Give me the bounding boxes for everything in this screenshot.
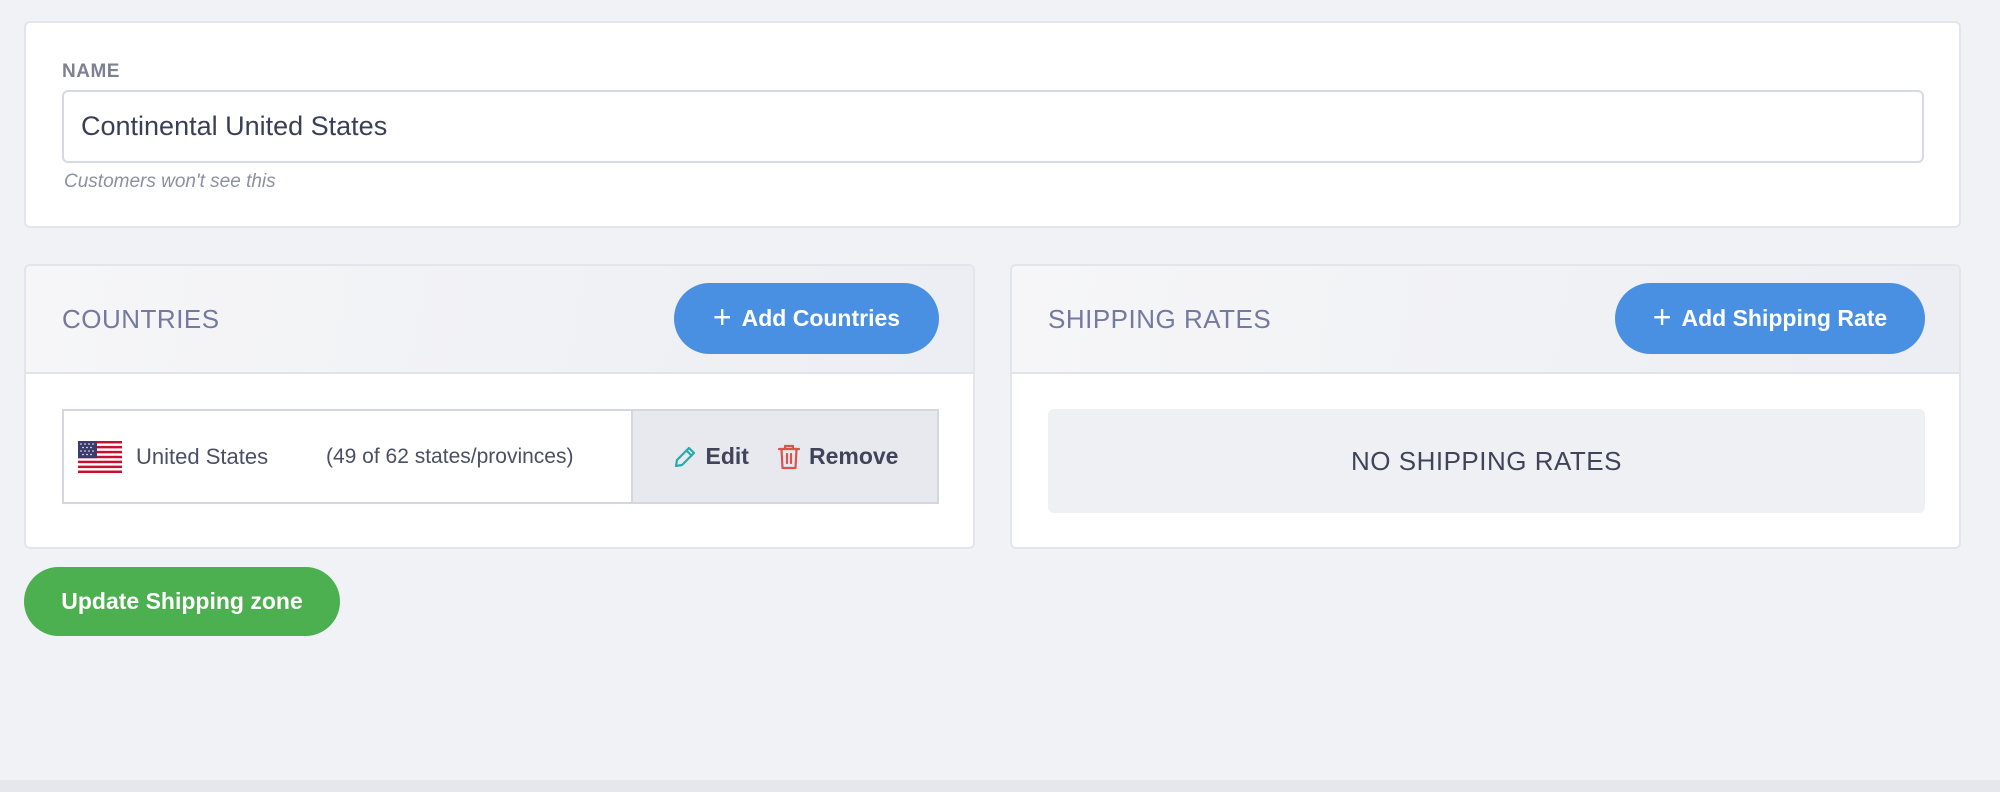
remove-label: Remove bbox=[808, 443, 899, 469]
add-shipping-rate-label: Add Shipping Rate bbox=[1681, 305, 1888, 331]
trash-icon bbox=[777, 444, 801, 469]
zone-name-input[interactable] bbox=[62, 90, 1924, 163]
update-shipping-zone-button[interactable]: Update Shipping zone bbox=[24, 567, 340, 636]
add-countries-button[interactable]: + Add Countries bbox=[674, 283, 939, 354]
zone-name-card: NAME Customers won't see this bbox=[24, 21, 1961, 228]
no-shipping-rates-message: NO SHIPPING RATES bbox=[1048, 409, 1925, 513]
add-countries-label: Add Countries bbox=[741, 305, 901, 331]
country-state-count: (49 of 62 states/provinces) bbox=[326, 444, 574, 468]
shipping-rates-card: SHIPPING RATES + Add Shipping Rate NO SH… bbox=[1010, 264, 1961, 549]
countries-header: COUNTRIES + Add Countries bbox=[26, 266, 973, 374]
name-hint: Customers won't see this bbox=[64, 171, 276, 192]
remove-country-button[interactable]: Remove bbox=[777, 443, 898, 470]
shipping-rates-title: SHIPPING RATES bbox=[1048, 304, 1272, 334]
edit-country-button[interactable]: Edit bbox=[672, 443, 749, 470]
name-label: NAME bbox=[62, 61, 120, 82]
countries-title: COUNTRIES bbox=[62, 304, 220, 334]
pencil-icon bbox=[674, 446, 695, 467]
countries-card: COUNTRIES + Add Countries United States … bbox=[24, 264, 975, 549]
country-name: United States bbox=[136, 443, 269, 469]
plus-icon: + bbox=[712, 299, 732, 335]
plus-icon: + bbox=[1652, 299, 1672, 335]
shipping-rates-header: SHIPPING RATES + Add Shipping Rate bbox=[1012, 266, 1959, 374]
country-actions: Edit Remove bbox=[631, 411, 937, 502]
country-info: United States (49 of 62 states/provinces… bbox=[64, 411, 631, 502]
add-shipping-rate-button[interactable]: + Add Shipping Rate bbox=[1615, 283, 1925, 354]
edit-label: Edit bbox=[705, 443, 749, 469]
footer-strip bbox=[0, 780, 2000, 792]
us-flag-icon bbox=[78, 440, 122, 473]
country-row: United States (49 of 62 states/provinces… bbox=[62, 409, 939, 504]
